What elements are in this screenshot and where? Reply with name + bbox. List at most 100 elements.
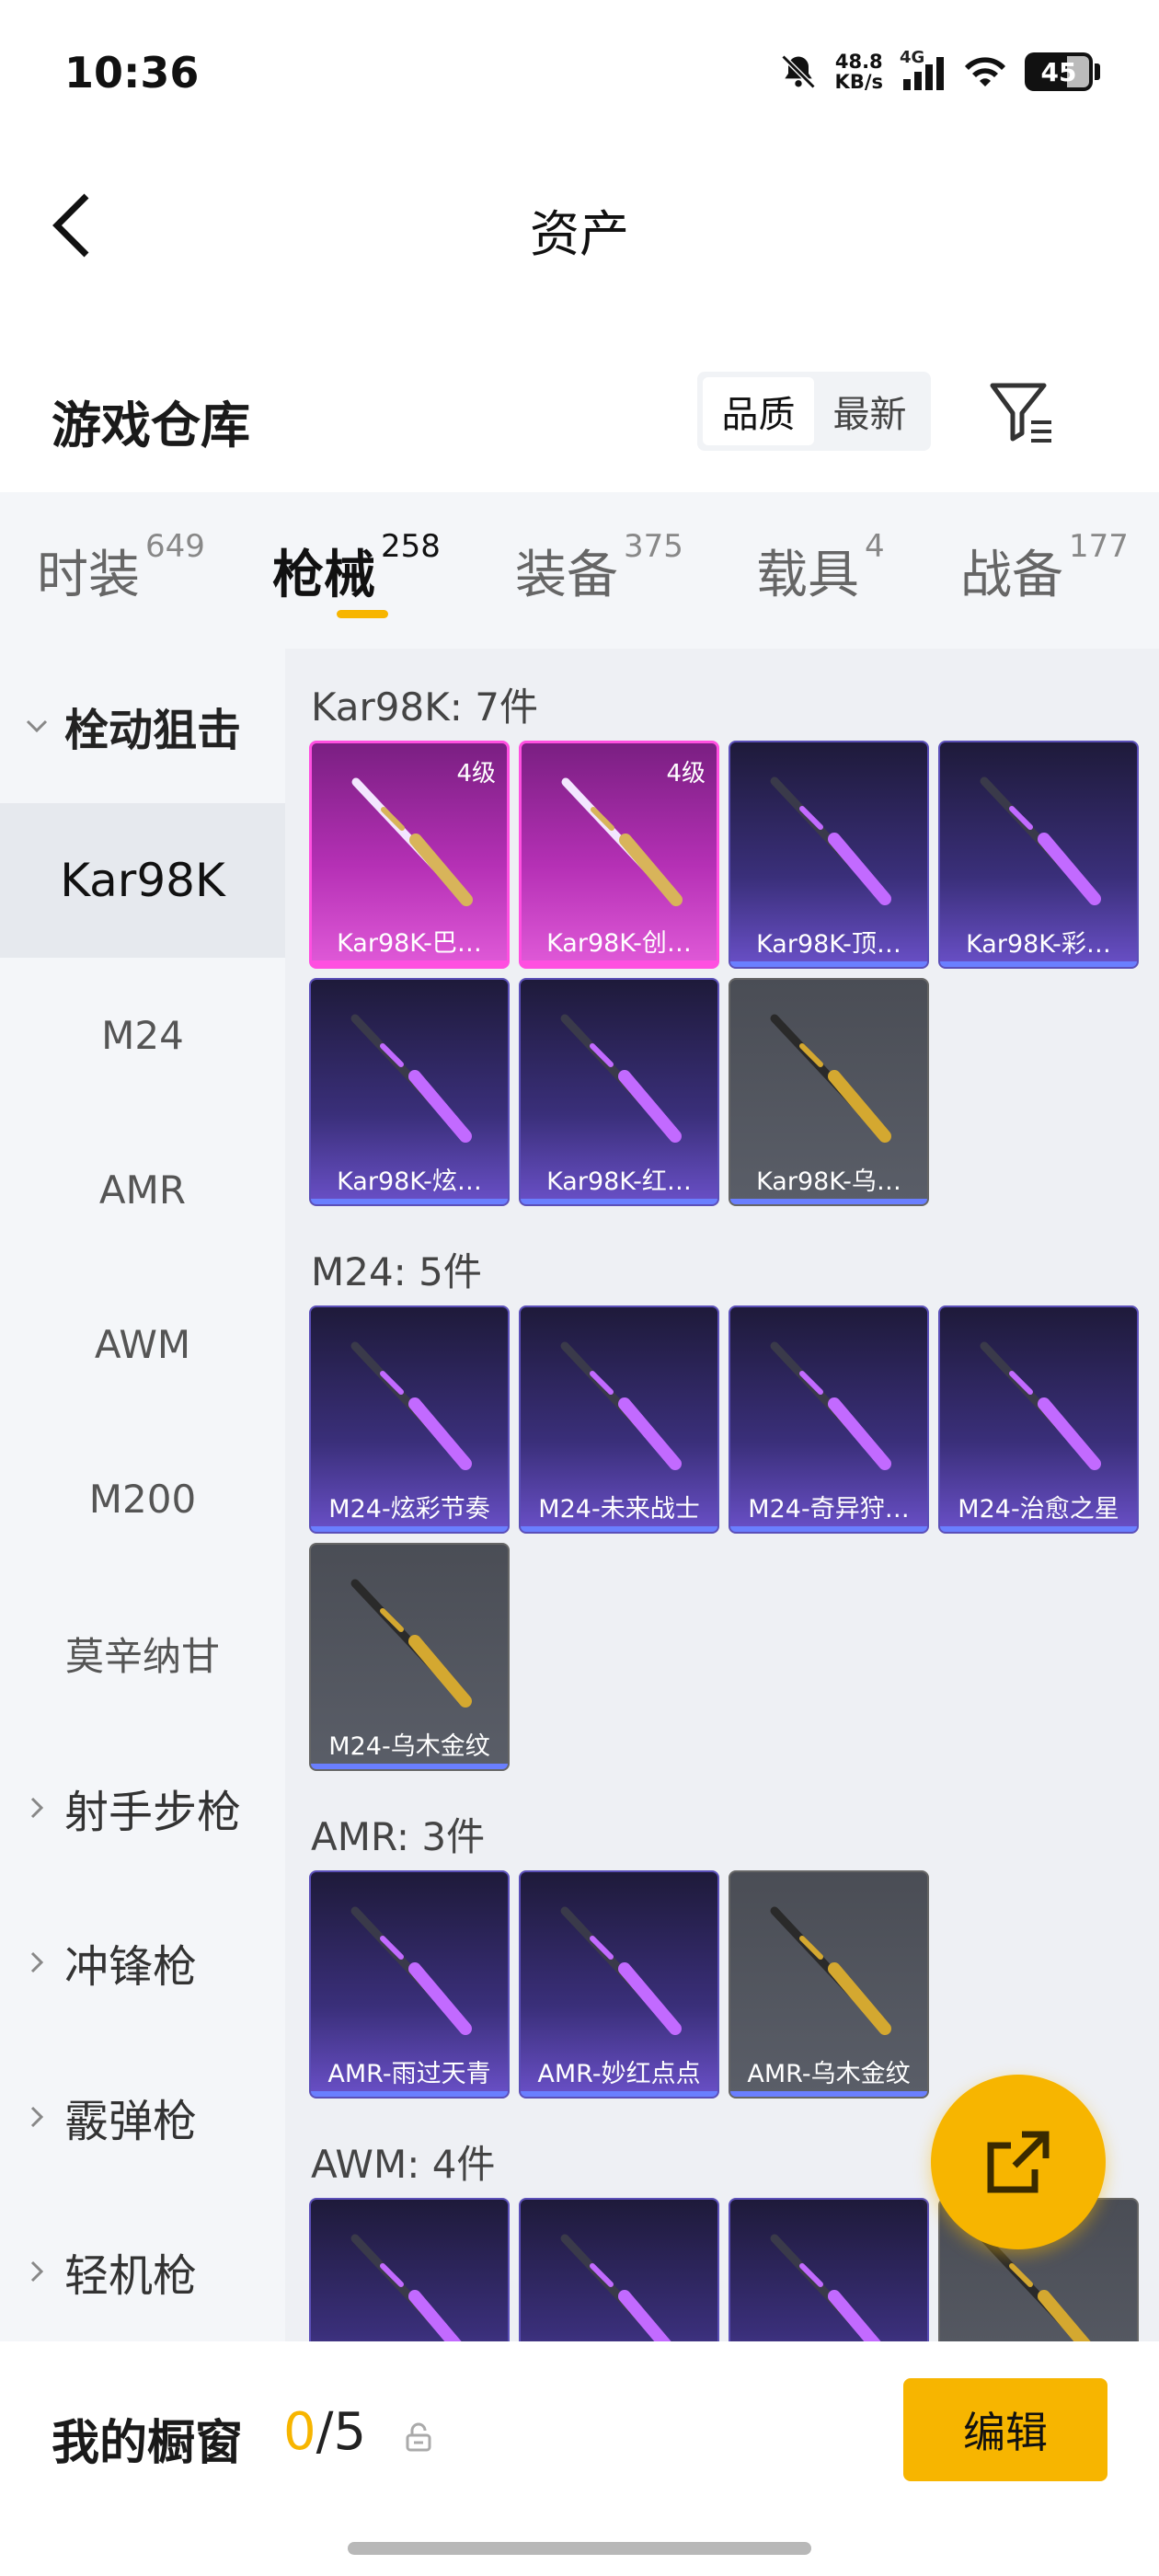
tab-supplies[interactable]: 战备 177 xyxy=(960,528,1129,608)
net-speed: 48.8 KB/s xyxy=(835,52,883,92)
rarity-bar xyxy=(940,1526,1137,1532)
weapon-name: Kar98K-顶… xyxy=(756,930,901,959)
weapon-name: M24-未来战士 xyxy=(538,1495,700,1524)
weapon-card[interactable]: Kar98K-炫… xyxy=(309,978,510,1206)
weapon-name: M24-治愈之星 xyxy=(958,1495,1119,1524)
sidebar-group-smg[interactable]: 冲锋枪 xyxy=(0,1885,285,2040)
rarity-bar xyxy=(311,1199,508,1204)
weapon-card[interactable]: AMR-雨过天青 xyxy=(309,1870,510,2099)
share-icon xyxy=(987,2131,1050,2193)
weapon-card[interactable]: 4级 Kar98K-巴… xyxy=(309,741,510,969)
battery-icon: 45 xyxy=(1025,52,1100,91)
chevron-right-icon xyxy=(30,2106,44,2128)
sidebar-group-bolt-action[interactable]: 栓动狙击 xyxy=(0,649,285,803)
weapon-name: Kar98K-创… xyxy=(546,929,692,958)
sidebar-group-label: 射手步枪 xyxy=(64,1787,242,1838)
sidebar-group-marksman[interactable]: 射手步枪 xyxy=(0,1731,285,1885)
weapon-name: AMR-雨过天青 xyxy=(327,2060,491,2088)
weapon-card[interactable]: Kar98K-彩… xyxy=(938,741,1139,969)
rarity-bar xyxy=(522,960,717,966)
weapon-type-sidebar: 栓动狙击 Kar98K M24 AMR AWM M200 莫辛纳甘 射手步枪 冲… xyxy=(0,649,285,2341)
weapon-card[interactable]: M24-未来战士 xyxy=(519,1305,719,1534)
rifle-icon xyxy=(560,1341,682,1470)
rifle-icon xyxy=(350,1906,472,2035)
rarity-bar xyxy=(311,2091,508,2097)
sidebar-group-shotgun[interactable]: 霰弹枪 xyxy=(0,2040,285,2194)
weapon-card[interactable]: M24-炫彩节奏 xyxy=(309,1305,510,1534)
rifle-icon xyxy=(770,1341,891,1470)
sidebar-group-lmg[interactable]: 轻机枪 xyxy=(0,2194,285,2349)
battery-level: 45 xyxy=(1040,56,1077,87)
weapon-card[interactable]: Kar98K-顶… xyxy=(729,741,929,969)
level-badge: 4级 xyxy=(666,760,706,788)
rarity-bar xyxy=(521,2091,717,2097)
weapon-card[interactable] xyxy=(729,2198,929,2341)
sort-quality-option[interactable]: 品质 xyxy=(703,377,814,445)
share-button[interactable] xyxy=(931,2075,1106,2249)
mute-bell-icon xyxy=(781,54,815,89)
weapon-card[interactable]: M24-乌木金纹 xyxy=(309,1543,510,1771)
warehouse-title: 游戏仓库 xyxy=(52,397,250,454)
tab-label: 时装 xyxy=(37,546,140,605)
edit-button[interactable]: 编辑 xyxy=(903,2378,1107,2481)
home-indicator[interactable] xyxy=(348,2542,811,2555)
weapon-card[interactable]: Kar98K-乌… xyxy=(729,978,929,1206)
filter-icon[interactable] xyxy=(989,382,1055,444)
weapon-card[interactable]: AMR-乌木金纹 xyxy=(729,1870,929,2099)
tab-label: 装备 xyxy=(515,546,618,605)
sidebar-group-label: 冲锋枪 xyxy=(64,1941,198,1993)
group-heading: AWM: 4件 xyxy=(311,2142,496,2187)
rarity-bar xyxy=(940,961,1137,967)
tab-vehicles[interactable]: 载具 4 xyxy=(756,528,885,608)
rarity-bar xyxy=(521,1199,717,1204)
tab-label: 枪械 xyxy=(272,546,375,605)
weapon-card[interactable] xyxy=(519,2198,719,2341)
tab-equipment[interactable]: 装备 375 xyxy=(515,528,683,608)
sidebar-item-awm[interactable]: AWM xyxy=(0,1267,285,1421)
tab-label: 战备 xyxy=(960,546,1063,605)
weapon-card[interactable]: M24-奇异狩… xyxy=(729,1305,929,1534)
sidebar-group-label: 霰弹枪 xyxy=(64,2096,198,2147)
sidebar-item-m200[interactable]: M200 xyxy=(0,1421,285,1576)
weapon-card[interactable]: 4级 Kar98K-创… xyxy=(519,741,719,969)
showcase-current: 0 xyxy=(283,2402,316,2462)
weapon-name: Kar98K-炫… xyxy=(337,1167,482,1196)
card-grid: AMR-雨过天青 AMR-妙红点点 AMR-乌木金纹 xyxy=(309,1870,1155,2108)
sidebar-group-label: 轻机枪 xyxy=(64,2250,198,2302)
showcase-count: 0/5 xyxy=(283,2402,366,2462)
page-title: 资产 xyxy=(530,205,629,263)
status-icons: 48.8 KB/s 4G 45 xyxy=(778,48,1100,92)
weapon-card[interactable]: Kar98K-红… xyxy=(519,978,719,1206)
weapon-name: M24-乌木金纹 xyxy=(328,1732,490,1761)
sort-newest-option[interactable]: 最新 xyxy=(814,377,925,445)
rifle-icon xyxy=(350,1341,472,1470)
chevron-right-icon xyxy=(30,2260,44,2283)
sidebar-item-m24[interactable]: M24 xyxy=(0,958,285,1112)
sidebar-item-kar98k[interactable]: Kar98K xyxy=(0,803,285,958)
sidebar-item-mosin[interactable]: 莫辛纳甘 xyxy=(0,1576,285,1731)
rifle-icon xyxy=(560,1014,682,1143)
rifle-icon xyxy=(770,1906,891,2035)
rifle-icon xyxy=(560,2234,671,2341)
tab-label: 载具 xyxy=(756,546,859,605)
lock-icon xyxy=(406,2422,431,2452)
bottom-bar: 我的橱窗 0/5 编辑 xyxy=(0,2341,1159,2576)
rifle-icon xyxy=(770,1014,891,1143)
weapon-name: Kar98K-彩… xyxy=(966,930,1111,959)
rifle-icon xyxy=(350,1014,472,1143)
weapon-name: AMR-乌木金纹 xyxy=(747,2060,911,2088)
weapon-name: AMR-妙红点点 xyxy=(537,2060,701,2088)
card-grid: 4级 Kar98K-巴… 4级 Kar98K-创… Kar98K-顶… Kar98K-彩…… xyxy=(309,741,1155,1215)
weapon-card[interactable] xyxy=(309,2198,510,2341)
sidebar-group-label: 栓动狙击 xyxy=(64,705,242,756)
rarity-bar xyxy=(521,1526,717,1532)
tab-weapons[interactable]: 枪械 258 xyxy=(272,528,441,608)
category-tabs: 时装 649 枪械 258 装备 375 载具 4 战备 177 xyxy=(0,492,1159,649)
rarity-bar xyxy=(730,1199,927,1204)
weapon-card[interactable]: AMR-妙红点点 xyxy=(519,1870,719,2099)
status-time: 10:36 xyxy=(64,48,200,98)
sidebar-item-amr[interactable]: AMR xyxy=(0,1112,285,1267)
tab-fashion[interactable]: 时装 649 xyxy=(37,528,205,608)
weapon-card[interactable]: M24-治愈之星 xyxy=(938,1305,1139,1534)
rarity-bar xyxy=(730,1526,927,1532)
